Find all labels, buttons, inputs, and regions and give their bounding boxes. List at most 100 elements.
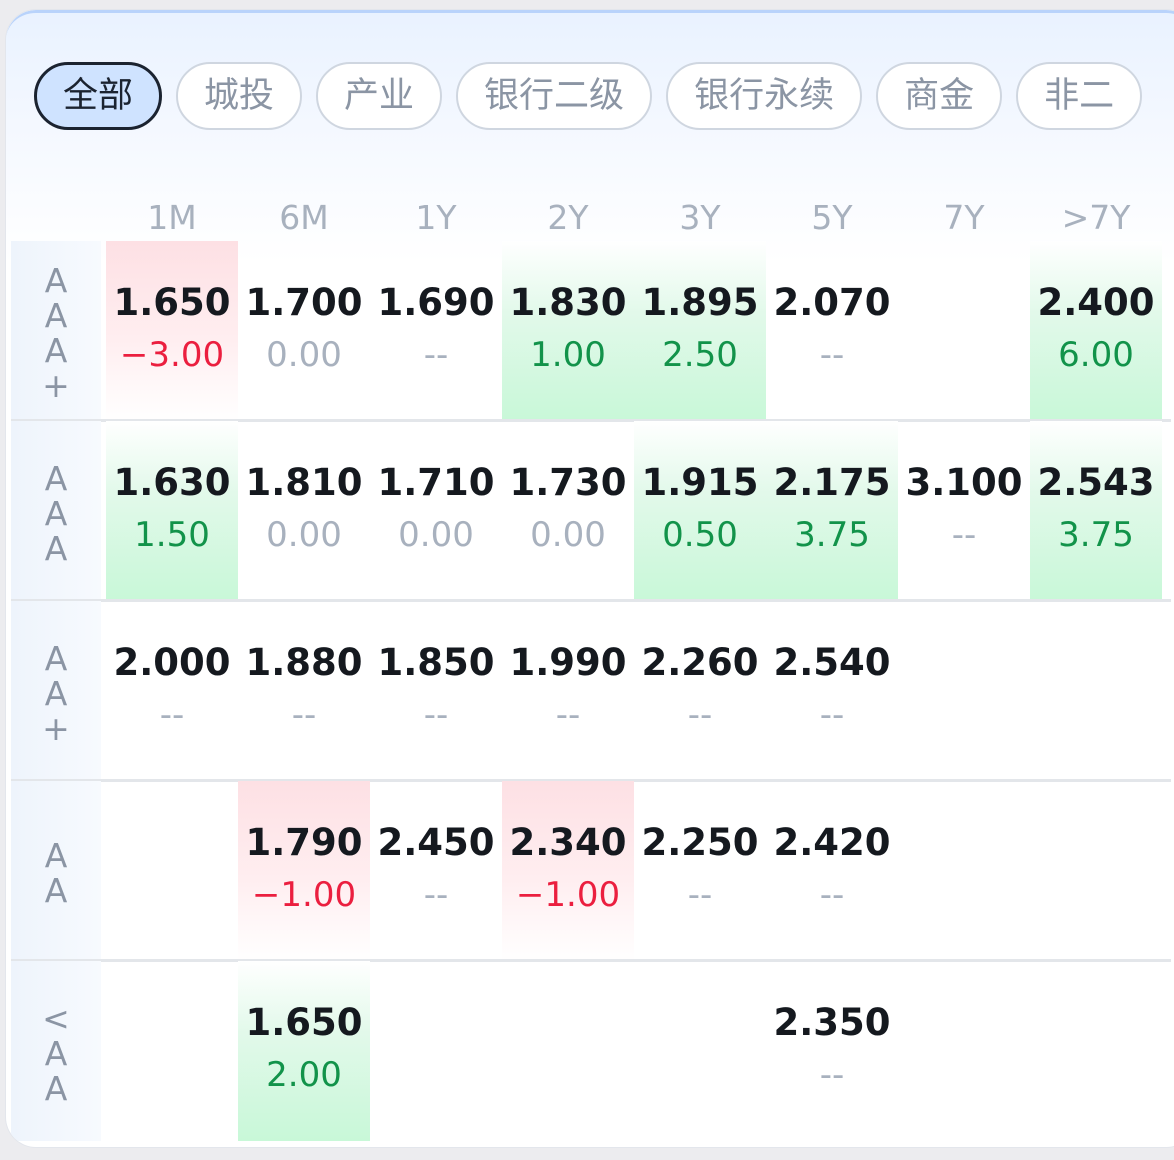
yield-value: 2.420 [773,821,891,864]
yield-value: 1.700 [245,281,363,324]
yield-change: 1.50 [134,515,210,555]
yield-value: 1.650 [113,281,231,324]
yield-cell[interactable]: 2.340 −1.00 [502,781,634,961]
yield-cell[interactable]: 2.070 -- [766,241,898,421]
yield-value: 2.070 [773,281,891,324]
yield-change: -- [423,695,449,735]
yield-cell[interactable]: 1.990 -- [502,601,634,781]
yield-value: 3.100 [905,461,1023,504]
yield-value: 1.630 [113,461,231,504]
tenor-header: 5Y [811,198,853,237]
tab-chengtou[interactable]: 城投 [176,62,303,130]
tab-bank-tier2[interactable]: 银行二级 [456,62,653,130]
yield-cell[interactable]: 2.350 -- [766,961,898,1141]
yield-change: 1.00 [530,335,606,375]
yield-change: 0.00 [530,515,606,555]
yield-matrix-card: 全部 城投 产业 银行二级 银行永续 商金 非二 1M 6M 1Y 2Y 3Y 5Y 7Y >7Y AAA… [6,10,1174,1147]
rating-label-text: AA+ [36,638,76,744]
tenor-header: 3Y [679,198,721,237]
tab-non-tier2[interactable]: 非二 [1016,62,1143,130]
yield-cell[interactable]: 2.543 3.75 [1030,421,1162,601]
rating-row: AAA 1.630 1.50 1.810 0.00 1.710 0.00 1.730 0.00 1… [11,421,1171,601]
yield-value: 1.830 [509,281,627,324]
yield-change: -- [951,515,977,555]
tab-commercial-finance[interactable]: 商金 [876,62,1003,130]
yield-cell[interactable]: 1.690 -- [370,241,502,421]
yield-cell[interactable]: 1.915 0.50 [634,421,766,601]
yield-value: 1.990 [509,641,627,684]
yield-cell[interactable]: 2.540 -- [766,601,898,781]
yield-change: 6.00 [1058,335,1134,375]
yield-cell[interactable]: 2.000 -- [106,601,238,781]
yield-cell[interactable]: 1.880 -- [238,601,370,781]
rating-label: AA [11,781,101,961]
tenor-header: 6M [279,198,329,237]
yield-value: 2.250 [641,821,759,864]
yield-cell[interactable]: 2.260 -- [634,601,766,781]
yield-value: 1.690 [377,281,495,324]
yield-value: 2.400 [1037,281,1155,324]
yield-cell[interactable]: 1.850 -- [370,601,502,781]
yield-cell[interactable]: 1.700 0.00 [238,241,370,421]
yield-cell[interactable]: 2.250 -- [634,781,766,961]
yield-value: 2.540 [773,641,891,684]
yield-cell[interactable]: 1.710 0.00 [370,421,502,601]
rating-label: <AA [11,961,101,1141]
tenor-header: >7Y [1061,198,1131,237]
yield-cell[interactable]: 1.790 −1.00 [238,781,370,961]
tab-all[interactable]: 全部 [34,62,163,130]
yield-change: -- [423,875,449,915]
rating-row: AAA+ 1.650 −3.00 1.700 0.00 1.690 -- 1.830 1.00 1… [11,241,1171,421]
yield-cell[interactable]: 1.650 2.00 [238,961,370,1141]
rating-label: AAA+ [11,241,101,421]
yield-value: 1.810 [245,461,363,504]
yield-change: −3.00 [119,335,225,375]
yield-change: 0.00 [266,515,342,555]
yield-change: 3.75 [1058,515,1134,555]
yield-value: 1.730 [509,461,627,504]
yield-change: -- [291,695,317,735]
yield-change: 0.00 [398,515,474,555]
rating-label: AAA [11,421,101,601]
rating-row: AA+ 2.000 -- 1.880 -- 1.850 -- 1.990 -- 2.260 -- 2.… [11,601,1171,781]
tab-industry[interactable]: 产业 [316,62,443,130]
yield-cell[interactable]: 2.420 -- [766,781,898,961]
rating-label-text: AA [36,836,76,906]
yield-change: -- [819,335,845,375]
yield-cell[interactable]: 1.730 0.00 [502,421,634,601]
rating-row: AA 1.790 −1.00 2.450 -- 2.340 −1.00 2.250 -- 2.42… [11,781,1171,961]
rating-label-text: AAA+ [36,261,76,401]
tenor-header: 2Y [547,198,589,237]
yield-cell[interactable]: 2.450 -- [370,781,502,961]
yield-value: 2.175 [773,461,891,504]
yield-cell[interactable]: 1.650 −3.00 [106,241,238,421]
rating-label: AA+ [11,601,101,781]
yield-cell[interactable]: 2.175 3.75 [766,421,898,601]
tenor-header: 7Y [943,198,985,237]
yield-change: -- [687,695,713,735]
yield-change: −1.00 [251,875,357,915]
yield-change: −1.00 [515,875,621,915]
yield-cell[interactable]: 3.100 -- [898,421,1030,601]
yield-change: -- [819,695,845,735]
yield-change: -- [555,695,581,735]
category-tabs: 全部 城投 产业 银行二级 银行永续 商金 非二 [34,62,1156,130]
yield-cell[interactable]: 1.830 1.00 [502,241,634,421]
yield-value: 2.543 [1037,461,1155,504]
yield-cell[interactable]: 1.895 2.50 [634,241,766,421]
yield-cell[interactable]: 1.630 1.50 [106,421,238,601]
yield-cell[interactable]: 2.400 6.00 [1030,241,1162,421]
yield-change: 0.00 [266,335,342,375]
yield-value: 1.850 [377,641,495,684]
yield-value: 2.000 [113,641,231,684]
yield-cell[interactable]: 1.810 0.00 [238,421,370,601]
yield-change: -- [819,1055,845,1095]
tab-bank-perpetual[interactable]: 银行永续 [666,62,863,130]
yield-change: -- [819,875,845,915]
yield-value: 2.260 [641,641,759,684]
yield-value: 1.790 [245,821,363,864]
yield-change: -- [423,335,449,375]
yield-value: 1.880 [245,641,363,684]
yield-value: 2.350 [773,1001,891,1044]
tenor-header: 1M [147,198,197,237]
